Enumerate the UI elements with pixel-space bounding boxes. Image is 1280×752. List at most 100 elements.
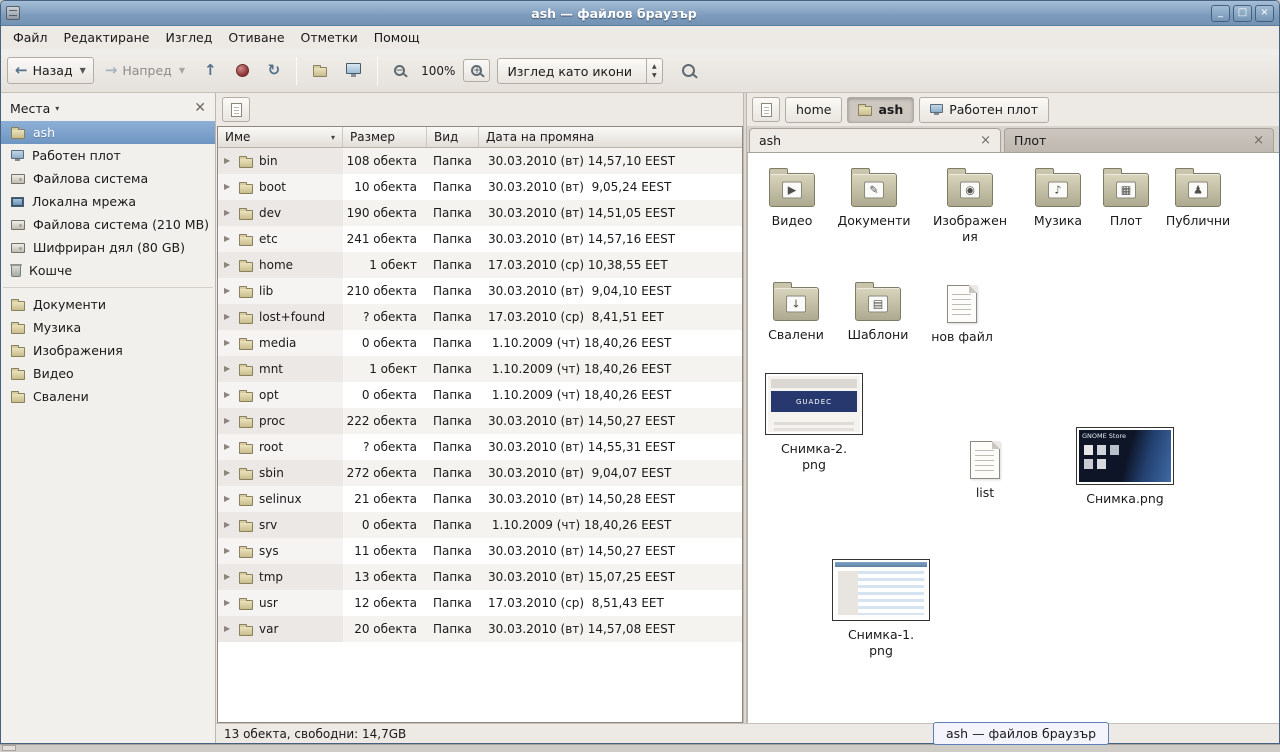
- sidebar-close-icon[interactable]: ✕: [194, 101, 206, 115]
- table-row[interactable]: ▶usr12 обектаПапка17.03.2010 (ср) 8,51,4…: [218, 590, 742, 616]
- breadcrumb-button[interactable]: ash: [847, 97, 914, 123]
- table-row[interactable]: ▶root? обектаПапка30.03.2010 (вт) 14,55,…: [218, 434, 742, 460]
- table-row[interactable]: ▶home1 обектПапка17.03.2010 (ср) 10,38,5…: [218, 252, 742, 278]
- folder-icon-item[interactable]: ✎Документи: [836, 165, 912, 229]
- file-icon-item[interactable]: нов файл: [924, 279, 1000, 345]
- sidebar-item[interactable]: Файлова система (210 MB): [1, 213, 215, 236]
- tab-close-icon[interactable]: ×: [1243, 134, 1264, 147]
- expander-icon[interactable]: ▶: [224, 547, 233, 555]
- column-header-type[interactable]: Вид: [427, 127, 479, 147]
- table-row[interactable]: ▶bin108 обектаПапка30.03.2010 (вт) 14,57…: [218, 148, 742, 174]
- search-button[interactable]: [674, 58, 703, 83]
- zoom-in-button[interactable]: +: [463, 59, 490, 82]
- table-row[interactable]: ▶media0 обектаПапка 1.10.2009 (чт) 18,40…: [218, 330, 742, 356]
- back-button[interactable]: ← Назад ▼: [7, 57, 94, 84]
- sidebar-item[interactable]: Файлова система: [1, 167, 215, 190]
- close-button[interactable]: ×: [1255, 5, 1274, 22]
- folder-icon-item[interactable]: ♟Публични: [1160, 165, 1236, 229]
- combo-spinner-icon[interactable]: ▲▼: [646, 59, 662, 83]
- expander-icon[interactable]: ▶: [224, 365, 233, 373]
- menubar-item[interactable]: Отиване: [220, 27, 292, 48]
- column-header-size[interactable]: Размер: [343, 127, 427, 147]
- expander-icon[interactable]: ▶: [224, 443, 233, 451]
- folder-icon-item[interactable]: ▤Шаблони: [840, 279, 916, 343]
- sidebar-item[interactable]: Свалени: [1, 385, 215, 408]
- taskbar-item[interactable]: [2, 745, 16, 751]
- expander-icon[interactable]: ▶: [224, 287, 233, 295]
- menubar-item[interactable]: Помощ: [366, 27, 428, 48]
- tab[interactable]: Плот×: [1004, 128, 1274, 152]
- menubar-item[interactable]: Редактиране: [56, 27, 158, 48]
- reload-button[interactable]: ↻: [260, 57, 289, 84]
- table-row[interactable]: ▶lost+found? обектаПапка17.03.2010 (ср) …: [218, 304, 742, 330]
- minimize-button[interactable]: _: [1211, 5, 1230, 22]
- taskbar[interactable]: [0, 744, 1280, 752]
- table-row[interactable]: ▶lib210 обектаПапка30.03.2010 (вт) 9,04,…: [218, 278, 742, 304]
- stop-button[interactable]: [228, 58, 257, 83]
- folder-icon-item[interactable]: ↓Свалени: [758, 279, 834, 343]
- sidebar-dropdown-icon[interactable]: ▾: [55, 104, 59, 113]
- folder-icon-item[interactable]: ♪Музика: [1020, 165, 1096, 229]
- breadcrumb-button[interactable]: Работен плот: [919, 97, 1049, 123]
- view-mode-combo[interactable]: Изглед като икони ▲▼: [497, 58, 662, 84]
- sidebar-item[interactable]: Шифриран дял (80 GB): [1, 236, 215, 259]
- expander-icon[interactable]: ▶: [224, 183, 233, 191]
- column-header-date[interactable]: Дата на промяна: [479, 127, 742, 147]
- titlebar[interactable]: ash — файлов браузър _ □ ×: [1, 1, 1279, 26]
- expander-icon[interactable]: ▶: [224, 625, 233, 633]
- table-row[interactable]: ▶boot10 обектаПапка30.03.2010 (вт) 9,05,…: [218, 174, 742, 200]
- file-icon-item[interactable]: Снимка.png: [1073, 423, 1177, 507]
- expander-icon[interactable]: ▶: [224, 313, 233, 321]
- sidebar-item[interactable]: Музика: [1, 316, 215, 339]
- expander-icon[interactable]: ▶: [224, 339, 233, 347]
- table-row[interactable]: ▶selinux21 обектаПапка30.03.2010 (вт) 14…: [218, 486, 742, 512]
- location-toggle-button[interactable]: [222, 97, 250, 122]
- menubar-item[interactable]: Изглед: [158, 27, 221, 48]
- sidebar-item[interactable]: Локална мрежа: [1, 190, 215, 213]
- back-dropdown-icon[interactable]: ▼: [80, 66, 86, 75]
- tab-close-icon[interactable]: ×: [970, 134, 991, 147]
- table-row[interactable]: ▶opt0 обектаПапка 1.10.2009 (чт) 18,40,2…: [218, 382, 742, 408]
- file-icon-item[interactable]: list: [947, 435, 1023, 501]
- expander-icon[interactable]: ▶: [224, 573, 233, 581]
- table-row[interactable]: ▶dev190 обектаПапка30.03.2010 (вт) 14,51…: [218, 200, 742, 226]
- expander-icon[interactable]: ▶: [224, 235, 233, 243]
- folder-icon-item[interactable]: ▶Видео: [754, 165, 830, 229]
- expander-icon[interactable]: ▶: [224, 469, 233, 477]
- breadcrumb-button[interactable]: home: [785, 97, 842, 123]
- expander-icon[interactable]: ▶: [224, 261, 233, 269]
- table-row[interactable]: ▶sys11 обектаПапка30.03.2010 (вт) 14,50,…: [218, 538, 742, 564]
- table-row[interactable]: ▶etc241 обектаПапка30.03.2010 (вт) 14,57…: [218, 226, 742, 252]
- table-row[interactable]: ▶tmp13 обектаПапка30.03.2010 (вт) 15,07,…: [218, 564, 742, 590]
- table-row[interactable]: ▶mnt1 обектПапка 1.10.2009 (чт) 18,40,26…: [218, 356, 742, 382]
- sidebar-item[interactable]: Видео: [1, 362, 215, 385]
- sidebar-item[interactable]: Работен плот: [1, 144, 215, 167]
- sidebar-item[interactable]: Изображения: [1, 339, 215, 362]
- file-icon-item[interactable]: Снимка-1. png: [829, 555, 933, 658]
- folder-icon-item[interactable]: ◉Изображен ия: [932, 165, 1008, 244]
- expander-icon[interactable]: ▶: [224, 209, 233, 217]
- location-toggle-button[interactable]: [752, 97, 780, 122]
- icon-view[interactable]: ▶Видео✎Документи ◉Изображен ия♪Музика▦Пло…: [747, 153, 1279, 723]
- maximize-button[interactable]: □: [1233, 5, 1252, 22]
- menubar-item[interactable]: Отметки: [293, 27, 366, 48]
- forward-button[interactable]: → Напред ▼: [97, 57, 193, 84]
- expander-icon[interactable]: ▶: [224, 521, 233, 529]
- table-row[interactable]: ▶proc222 обектаПапка30.03.2010 (вт) 14,5…: [218, 408, 742, 434]
- column-header-name[interactable]: Име ▾: [218, 127, 343, 147]
- home-button[interactable]: [305, 58, 335, 83]
- expander-icon[interactable]: ▶: [224, 417, 233, 425]
- table-row[interactable]: ▶sbin272 обектаПапка30.03.2010 (вт) 9,04…: [218, 460, 742, 486]
- expander-icon[interactable]: ▶: [224, 599, 233, 607]
- expander-icon[interactable]: ▶: [224, 391, 233, 399]
- zoom-out-button[interactable]: −: [386, 59, 413, 82]
- menubar-item[interactable]: Файл: [5, 27, 56, 48]
- expander-icon[interactable]: ▶: [224, 157, 233, 165]
- sidebar-title[interactable]: Места: [10, 101, 50, 116]
- file-icon-item[interactable]: Снимка-2. png: [762, 369, 866, 472]
- up-button[interactable]: ↑: [196, 57, 225, 84]
- computer-button[interactable]: [338, 57, 369, 84]
- sidebar-item[interactable]: ash: [1, 121, 215, 144]
- table-row[interactable]: ▶srv0 обектаПапка 1.10.2009 (чт) 18,40,2…: [218, 512, 742, 538]
- folder-icon-item[interactable]: ▦Плот: [1088, 165, 1164, 229]
